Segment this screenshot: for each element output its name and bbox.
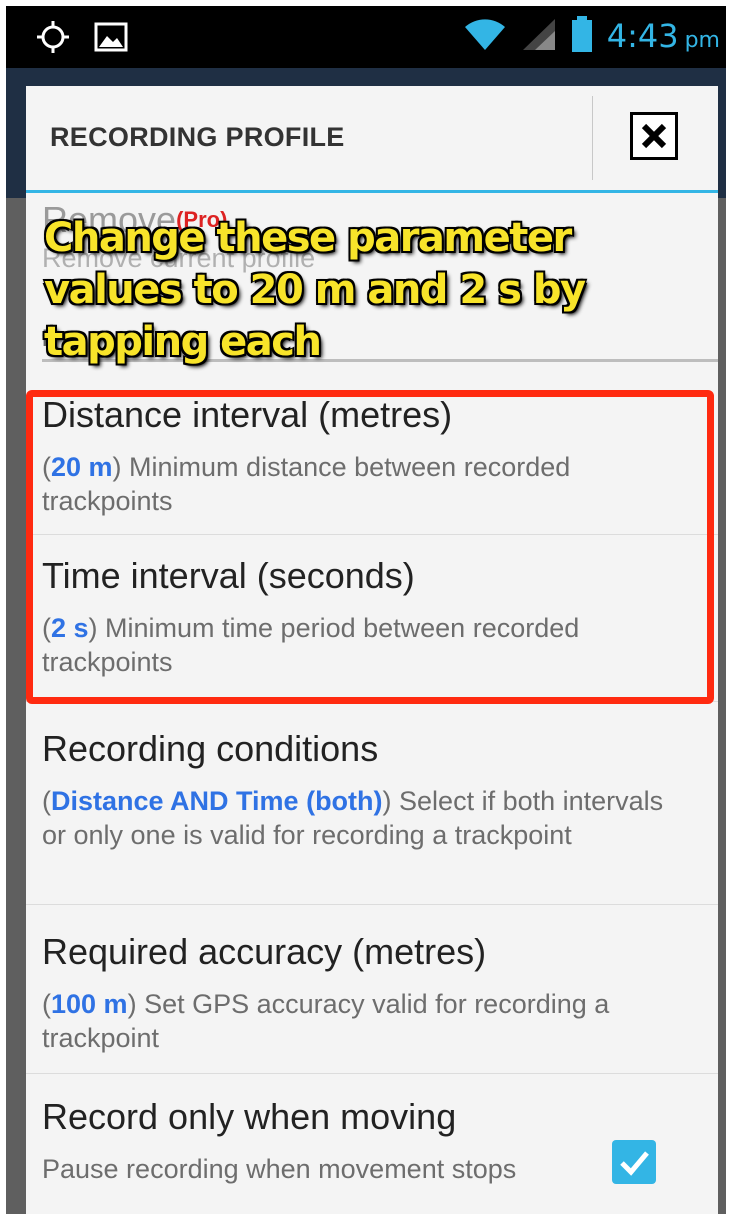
overlay-line-3: tapping each — [44, 319, 322, 365]
status-bar: 4:43 pm — [6, 6, 726, 68]
close-button[interactable] — [630, 112, 678, 160]
image-icon — [94, 22, 128, 56]
highlight-box — [26, 390, 714, 704]
accuracy-value: 100 m — [51, 989, 128, 1019]
clock: 4:43 pm — [606, 17, 720, 55]
dialog-title: RECORDING PROFILE — [50, 122, 345, 152]
bottom-edge — [6, 1214, 726, 1222]
close-icon — [641, 123, 667, 149]
record-only-moving-checkbox[interactable] — [612, 1140, 656, 1184]
overlay-line-1: Change these parameter — [44, 215, 572, 261]
required-accuracy-item[interactable]: Required accuracy (metres) (100 m) Set G… — [26, 905, 718, 1074]
checkmark-icon — [620, 1151, 649, 1176]
recording-conditions-desc: (Distance AND Time (both)) Select if bot… — [42, 786, 664, 850]
required-accuracy-desc: (100 m) Set GPS accuracy valid for recor… — [42, 989, 610, 1053]
recording-conditions-title: Recording conditions — [42, 728, 379, 769]
conditions-value: Distance AND Time (both) — [51, 786, 383, 816]
wifi-icon — [463, 17, 507, 55]
instruction-overlay: Change these parameter values to 20 m an… — [44, 212, 644, 368]
location-icon — [36, 20, 70, 58]
header-divider — [592, 96, 593, 180]
record-only-moving-title: Record only when moving — [42, 1096, 457, 1137]
dialog-header: RECORDING PROFILE — [26, 86, 718, 193]
overlay-line-2: values to 20 m and 2 s by — [44, 267, 586, 313]
battery-icon — [571, 16, 593, 56]
required-accuracy-title: Required accuracy (metres) — [42, 931, 487, 972]
signal-icon — [521, 17, 557, 55]
record-only-moving-desc: Pause recording when movement stops — [42, 1154, 517, 1184]
recording-conditions-item[interactable]: Recording conditions (Distance AND Time … — [26, 702, 718, 905]
